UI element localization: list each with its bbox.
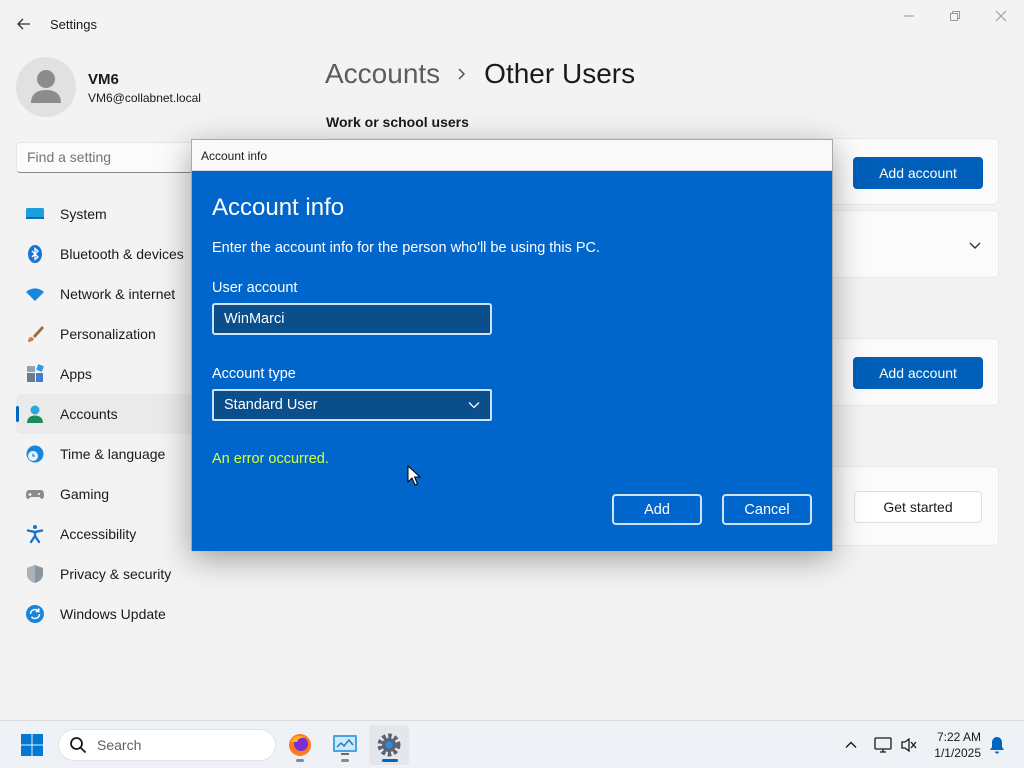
add-button[interactable]: Add [612, 494, 702, 525]
back-arrow-icon [17, 18, 30, 30]
gear-icon [377, 733, 401, 757]
clock-date: 1/1/2025 [934, 746, 981, 760]
taskbar-search[interactable]: Search [58, 729, 276, 761]
dialog-body: Account info Enter the account info for … [192, 171, 832, 551]
sidebar-item-privacy-security[interactable]: Privacy & security [16, 554, 256, 594]
minimize-icon [904, 15, 914, 17]
clock-time: 7:22 AM [936, 730, 981, 744]
dialog-title-bar: Account info [192, 140, 832, 171]
page-title: Other Users [484, 58, 636, 89]
taskbar: Search 7:22 AM 1/1/2025 [0, 720, 1024, 768]
chevron-down-icon[interactable] [968, 238, 982, 256]
cancel-button[interactable]: Cancel [722, 494, 812, 525]
app-title: Settings [50, 17, 97, 32]
dialog-description: Enter the account info for the person wh… [212, 240, 601, 256]
restore-icon [950, 11, 960, 21]
network-monitor-icon [874, 737, 892, 753]
account-type-label: Account type [212, 366, 296, 382]
sidebar-item-label: Time & language [60, 446, 166, 462]
account-info-dialog: Account info Account info Enter the acco… [191, 139, 833, 551]
section-title: Work or school users [326, 114, 469, 130]
shield-icon [24, 563, 46, 585]
sidebar-item-label: Bluetooth & devices [60, 246, 184, 262]
bell-icon [990, 737, 1004, 754]
running-indicator [296, 759, 304, 762]
sidebar-item-label: Privacy & security [60, 566, 172, 582]
sidebar-item-label: Personalization [60, 326, 156, 342]
mouse-pointer-icon [407, 464, 422, 491]
user-account-field[interactable] [212, 303, 492, 335]
sidebar-item-label: Windows Update [60, 606, 166, 622]
title-bar: Settings [0, 0, 1024, 48]
user-email: VM6@collabnet.local [88, 91, 201, 105]
add-work-account-button[interactable]: Add account [853, 157, 983, 189]
sidebar-item-label: Apps [60, 366, 92, 382]
add-other-user-button[interactable]: Add account [853, 357, 983, 389]
apps-icon [24, 363, 46, 385]
volume-tray-button[interactable] [892, 725, 926, 765]
chevron-right-icon [456, 67, 468, 81]
sidebar-item-label: Network & internet [60, 286, 176, 302]
account-type-value: Standard User [224, 397, 318, 413]
close-button[interactable] [978, 4, 1024, 28]
clock-globe-icon [24, 443, 46, 465]
settings-taskbar-button[interactable] [369, 725, 409, 765]
accessibility-icon [24, 523, 46, 545]
wifi-icon [24, 283, 46, 305]
windows-logo-icon [21, 734, 43, 756]
maximize-button[interactable] [932, 4, 978, 28]
user-account-label: User account [212, 280, 298, 296]
sidebar-item-label: Accounts [60, 406, 118, 422]
notifications-button[interactable] [984, 725, 1010, 765]
sidebar-item-label: Gaming [60, 486, 110, 502]
firefox-icon [289, 734, 311, 756]
taskbar-search-label: Search [97, 737, 142, 753]
update-icon [24, 603, 46, 625]
search-icon [70, 737, 87, 754]
dialog-heading: Account info [212, 194, 345, 221]
active-indicator [382, 759, 398, 762]
avatar[interactable] [16, 57, 76, 117]
running-indicator [341, 759, 349, 762]
close-icon [995, 10, 1007, 22]
control-panel-taskbar-button[interactable] [325, 725, 365, 765]
taskbar-clock[interactable]: 7:22 AM 1/1/2025 [934, 729, 981, 761]
sidebar-item-label: System [60, 206, 107, 222]
gamepad-icon [24, 483, 46, 505]
account-type-dropdown[interactable]: Standard User [212, 389, 492, 421]
chevron-up-icon [845, 741, 857, 748]
minimize-button[interactable] [886, 4, 932, 28]
brush-icon [24, 323, 46, 345]
back-button[interactable] [10, 10, 38, 38]
bluetooth-icon [24, 243, 46, 265]
user-avatar-icon [31, 70, 61, 103]
sidebar-item-windows-update[interactable]: Windows Update [16, 594, 256, 634]
firefox-taskbar-button[interactable] [280, 725, 320, 765]
system-icon [24, 203, 46, 225]
error-message: An error occurred. [212, 451, 329, 467]
sidebar-item-label: Accessibility [60, 526, 137, 542]
start-button[interactable] [12, 725, 52, 765]
control-panel-icon [333, 735, 357, 755]
speaker-muted-icon [901, 737, 917, 753]
get-started-button[interactable]: Get started [854, 491, 982, 523]
accounts-icon [24, 403, 46, 425]
breadcrumb-parent[interactable]: Accounts [325, 58, 440, 90]
chevron-down-icon [468, 397, 480, 413]
user-account-input[interactable] [214, 305, 490, 333]
breadcrumb: Accounts Other Users [325, 58, 635, 90]
user-name: VM6 [88, 71, 119, 88]
show-hidden-icons-button[interactable] [832, 725, 870, 765]
